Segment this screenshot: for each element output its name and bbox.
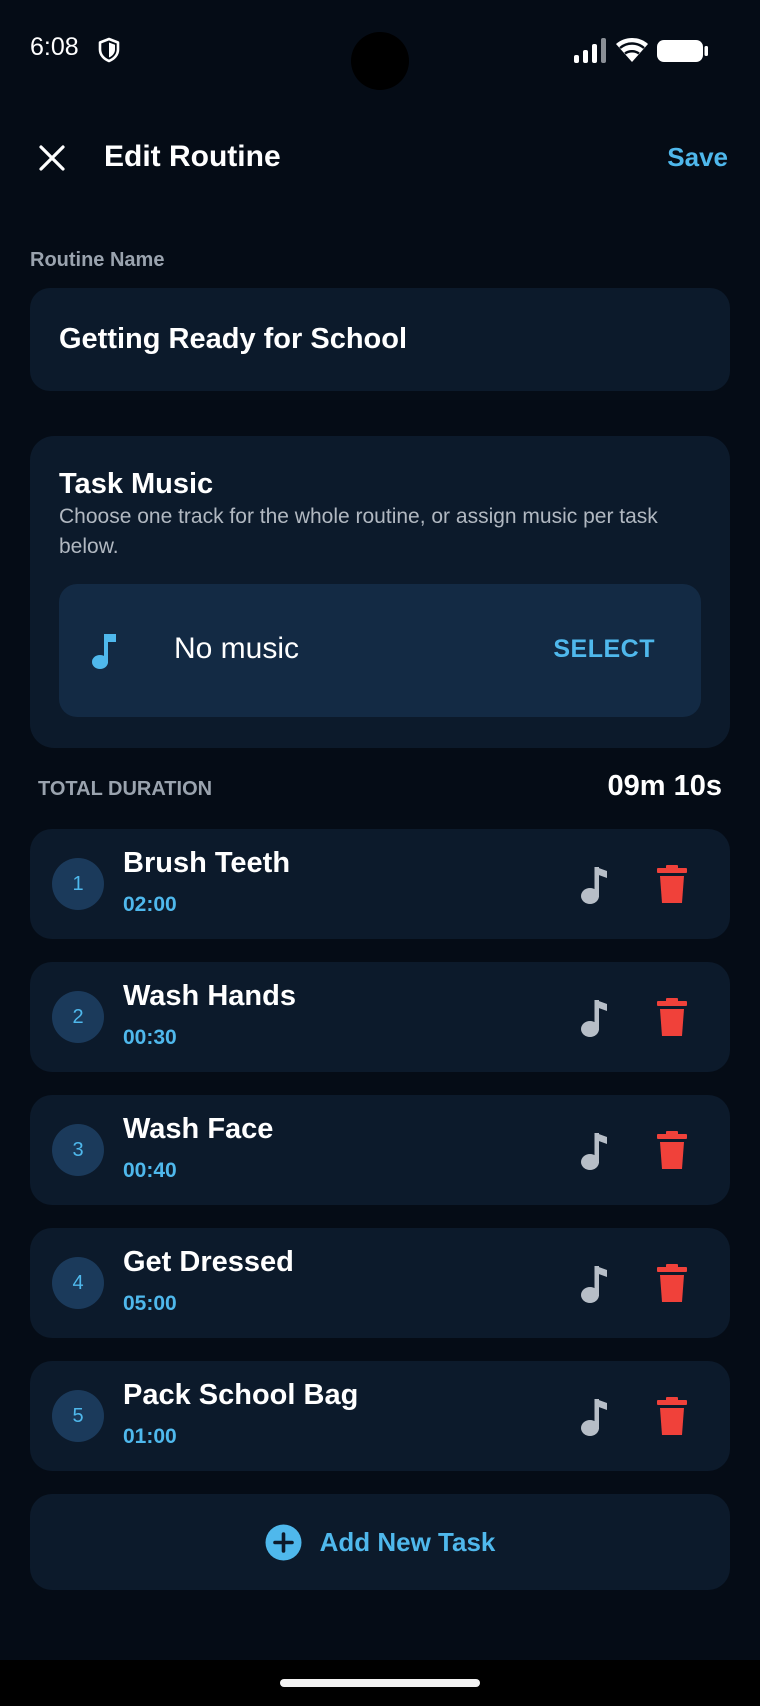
page-title: Edit Routine	[104, 140, 281, 173]
task-duration: 02:00	[123, 893, 177, 916]
task-music-title: Task Music	[59, 468, 214, 500]
task-item[interactable]: 5 Pack School Bag 01:00	[30, 1361, 730, 1471]
total-duration-value: 09m 10s	[607, 770, 723, 802]
music-note-icon[interactable]	[580, 998, 608, 1038]
add-new-task-label: Add New Task	[319, 1526, 496, 1557]
task-number-badge: 1	[52, 858, 104, 910]
shield-icon	[98, 37, 120, 63]
plus-circle-icon	[265, 1524, 302, 1560]
trash-icon[interactable]	[657, 1264, 687, 1302]
task-item[interactable]: 2 Wash Hands 00:30	[30, 962, 730, 1072]
task-duration: 00:40	[123, 1159, 177, 1182]
task-music-card: Task Music Choose one track for the whol…	[30, 436, 730, 748]
music-note-icon[interactable]	[580, 1131, 608, 1171]
battery-icon	[657, 40, 708, 62]
task-number-badge: 3	[52, 1124, 104, 1176]
music-note-icon[interactable]	[580, 1264, 608, 1304]
music-select-button[interactable]: SELECT	[553, 635, 655, 664]
task-item[interactable]: 3 Wash Face 00:40	[30, 1095, 730, 1205]
camera-cutout	[351, 32, 409, 90]
task-name: Wash Hands	[123, 980, 296, 1012]
routine-name-input[interactable]: Getting Ready for School	[30, 288, 730, 391]
task-duration: 01:00	[123, 1425, 177, 1448]
music-note-icon[interactable]	[580, 865, 608, 905]
wifi-icon	[616, 38, 648, 62]
task-duration: 05:00	[123, 1292, 177, 1315]
music-select-row[interactable]: No music SELECT	[59, 584, 701, 717]
status-bar: 6:08	[0, 0, 760, 100]
add-new-task-button[interactable]: Add New Task	[30, 1494, 730, 1590]
task-list: 1 Brush Teeth 02:00 2 Wash Hands 00:30 3…	[30, 829, 730, 1494]
header: Edit Routine Save	[0, 120, 760, 200]
task-name: Pack School Bag	[123, 1379, 359, 1411]
task-number-badge: 4	[52, 1257, 104, 1309]
trash-icon[interactable]	[657, 1397, 687, 1435]
total-duration-label: TOTAL DURATION	[38, 778, 213, 800]
task-name: Get Dressed	[123, 1246, 294, 1278]
trash-icon[interactable]	[657, 998, 687, 1036]
task-duration: 00:30	[123, 1026, 177, 1049]
signal-icon	[574, 38, 606, 63]
task-music-description: Choose one track for the whole routine, …	[59, 505, 658, 558]
trash-icon[interactable]	[657, 1131, 687, 1169]
music-note-icon[interactable]	[580, 1397, 608, 1437]
save-button[interactable]: Save	[667, 142, 728, 173]
task-item[interactable]: 4 Get Dressed 05:00	[30, 1228, 730, 1338]
close-icon[interactable]	[32, 138, 72, 178]
task-number-badge: 5	[52, 1390, 104, 1442]
task-name: Brush Teeth	[123, 847, 291, 879]
home-indicator[interactable]	[280, 1679, 480, 1687]
trash-icon[interactable]	[657, 865, 687, 903]
status-time: 6:08	[30, 33, 79, 61]
routine-name-label: Routine Name	[30, 249, 165, 271]
edit-routine-screen: 6:08 Edit Routine Save Routine Name Gett…	[0, 0, 760, 1706]
task-number-badge: 2	[52, 991, 104, 1043]
task-item[interactable]: 1 Brush Teeth 02:00	[30, 829, 730, 939]
task-name: Wash Face	[123, 1113, 274, 1145]
music-note-icon	[92, 634, 116, 669]
music-current-value: No music	[174, 632, 300, 665]
